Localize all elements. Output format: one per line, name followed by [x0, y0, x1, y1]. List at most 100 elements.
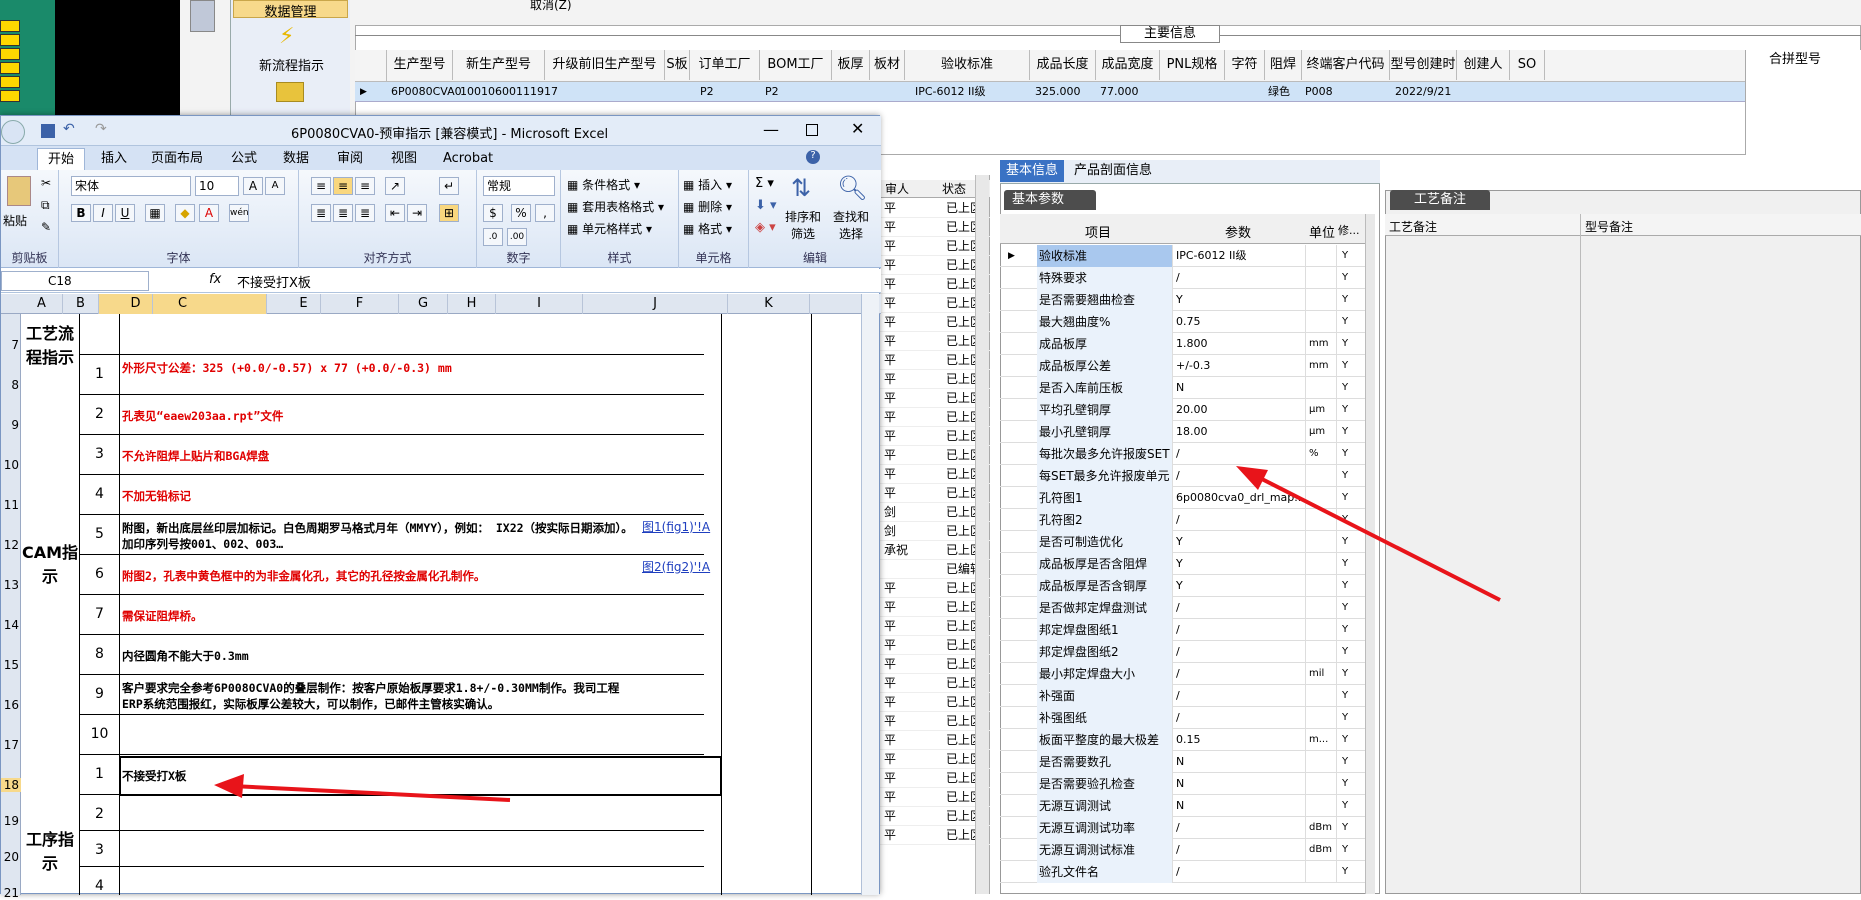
- data-mgmt-button[interactable]: 数据管理: [233, 0, 348, 20]
- prop-row[interactable]: 最小孔壁铜厚 18.00 μm Y: [1000, 421, 1370, 443]
- clear-icon[interactable]: ◈ ▾: [755, 220, 776, 235]
- approval-list-row[interactable]: 平已上区: [880, 769, 990, 788]
- tab-basic-params[interactable]: 基本参数: [1004, 190, 1096, 210]
- prop-value[interactable]: /: [1174, 597, 1306, 619]
- grid-header-cell[interactable]: 订单工厂: [690, 50, 760, 80]
- format-cells-button[interactable]: ▦ 格式 ▾: [683, 220, 732, 237]
- prop-row[interactable]: 孔符图1 6p0080cva0_drl_map... Y: [1000, 487, 1370, 509]
- grid-header-cell[interactable]: 板材: [870, 50, 905, 80]
- approval-list-row[interactable]: 平已上区: [880, 256, 990, 275]
- step-number[interactable]: 3: [81, 446, 118, 462]
- approval-list-row[interactable]: 平已上区: [880, 598, 990, 617]
- column-header[interactable]: G: [399, 294, 448, 314]
- approval-list-row[interactable]: 平已上区: [880, 332, 990, 351]
- instruction-cell[interactable]: 需保证阻焊桥。: [120, 604, 640, 628]
- grid-header-cell[interactable]: S板: [665, 50, 690, 80]
- prop-row[interactable]: 补强图纸 / Y: [1000, 707, 1370, 729]
- prop-value[interactable]: 20.00: [1174, 399, 1306, 421]
- column-header[interactable]: B: [63, 294, 99, 314]
- prop-value[interactable]: /: [1174, 443, 1306, 465]
- row-header[interactable]: 7: [1, 338, 21, 352]
- prop-row[interactable]: 最大翘曲度% 0.75 Y: [1000, 311, 1370, 333]
- prop-value[interactable]: /: [1174, 641, 1306, 663]
- step-number[interactable]: 4: [81, 878, 118, 894]
- approval-list-row[interactable]: 平已上区: [880, 370, 990, 389]
- prop-row[interactable]: 邦定焊盘图纸2/ Y: [1000, 641, 1370, 663]
- comma-icon[interactable]: ,: [535, 204, 555, 222]
- step-number[interactable]: 1: [81, 766, 118, 782]
- prop-row[interactable]: 是否需要验孔检查 N Y: [1000, 773, 1370, 795]
- approval-list-row[interactable]: 平已上区: [880, 712, 990, 731]
- prop-row[interactable]: 无源互调测试 N Y: [1000, 795, 1370, 817]
- row-header[interactable]: 14: [1, 618, 21, 632]
- percent-icon[interactable]: %: [511, 204, 531, 222]
- shrink-font-icon[interactable]: A: [265, 177, 285, 195]
- row-header[interactable]: 21: [1, 886, 21, 900]
- prop-value[interactable]: N: [1174, 751, 1306, 773]
- prop-row[interactable]: 补强面 / Y: [1000, 685, 1370, 707]
- fill-color-icon[interactable]: ◆: [175, 204, 195, 222]
- prop-row[interactable]: 特殊要求 / Y: [1000, 267, 1370, 289]
- undo-icon[interactable]: ↶: [63, 121, 75, 137]
- align-middle-icon[interactable]: ≡: [333, 177, 353, 195]
- approval-list-row[interactable]: 平已上区: [880, 427, 990, 446]
- font-color-icon[interactable]: A: [199, 204, 219, 222]
- cell-prod[interactable]: 6P0080CVA0: [391, 82, 462, 102]
- grid-header-cell[interactable]: 型号创建时间: [1390, 50, 1457, 102]
- step-number[interactable]: 7: [81, 606, 118, 622]
- prop-value[interactable]: /: [1174, 465, 1306, 487]
- grid-header-cell[interactable]: 成品宽度: [1096, 50, 1160, 80]
- cell-client[interactable]: P008: [1305, 82, 1333, 102]
- approval-list-row[interactable]: 平已上区: [880, 750, 990, 769]
- prop-row[interactable]: 验孔文件名 / Y: [1000, 861, 1370, 883]
- folder-icon[interactable]: [276, 82, 304, 102]
- grid-header-cell[interactable]: PNL规格: [1160, 50, 1225, 80]
- save-icon[interactable]: [41, 124, 55, 138]
- approval-list-row[interactable]: 平已上区: [880, 731, 990, 750]
- cell-width[interactable]: 77.000: [1100, 82, 1139, 102]
- merge-center-icon[interactable]: ⊞: [439, 204, 459, 222]
- prop-row[interactable]: 平均孔壁铜厚 20.00 μm Y: [1000, 399, 1370, 421]
- increase-decimal-icon[interactable]: .0: [483, 228, 503, 246]
- prop-row[interactable]: 成品板厚是否含阻焊 Y Y: [1000, 553, 1370, 575]
- row-header[interactable]: 20: [1, 850, 21, 864]
- cell-standard[interactable]: IPC-6012 II级: [915, 82, 986, 102]
- grid-header-cell[interactable]: BOM工厂: [760, 50, 832, 80]
- step-number[interactable]: 9: [81, 686, 118, 702]
- instruction-cell[interactable]: 客户要求完全参考6P0080CVA0的叠层制作：按客户原始板厚要求1.8+/-0…: [120, 676, 640, 716]
- find-select-icon[interactable]: 🔍︎: [837, 174, 867, 202]
- cell-length[interactable]: 325.000: [1035, 82, 1081, 102]
- new-flow-label[interactable]: 新流程指示: [259, 55, 324, 74]
- approval-list-row[interactable]: 剑已上区: [880, 503, 990, 522]
- prop-value[interactable]: /: [1174, 663, 1306, 685]
- prop-row[interactable]: 最小邦定焊盘大小 / mil Y: [1000, 663, 1370, 685]
- row-header[interactable]: 11: [1, 498, 21, 512]
- column-header[interactable]: D: [119, 294, 153, 314]
- formula-input[interactable]: 不接受打X板: [237, 272, 311, 291]
- prop-row[interactable]: 是否做邦定焊盘测试 / Y: [1000, 597, 1370, 619]
- prop-row[interactable]: 无源互调测试标准 / dBm Y: [1000, 839, 1370, 861]
- column-header[interactable]: I: [496, 294, 583, 314]
- approval-list-row[interactable]: 平已上区: [880, 655, 990, 674]
- align-right-icon[interactable]: ≣: [355, 204, 375, 222]
- row-header[interactable]: 13: [1, 578, 21, 592]
- row-header[interactable]: 8: [1, 378, 21, 392]
- tab-page-layout[interactable]: 页面布局: [141, 148, 213, 170]
- prop-row[interactable]: 成品板厚 1.800 mm Y: [1000, 333, 1370, 355]
- prop-value[interactable]: IPC-6012 II级: [1174, 245, 1306, 267]
- approval-list-row[interactable]: 平已上区: [880, 446, 990, 465]
- increase-indent-icon[interactable]: ⇥: [407, 204, 427, 222]
- approval-list-row[interactable]: 平已上区: [880, 275, 990, 294]
- approval-list-row[interactable]: 平已上区: [880, 218, 990, 237]
- cell-newprod[interactable]: 10010600111917: [460, 82, 558, 102]
- truck-icon[interactable]: [190, 0, 215, 32]
- step-number[interactable]: 4: [81, 486, 118, 502]
- row-header[interactable]: 15: [1, 658, 21, 672]
- prop-row[interactable]: 每SET最多允许报废单元 / Y: [1000, 465, 1370, 487]
- approval-list-row[interactable]: 平已上区: [880, 484, 990, 503]
- grid-header-cell[interactable]: 创建人: [1457, 50, 1510, 80]
- prop-row[interactable]: 板面平整度的最大极差 0.15 m... Y: [1000, 729, 1370, 751]
- tab-insert[interactable]: 插入: [91, 148, 137, 170]
- grid-header-cell[interactable]: 验收标准: [905, 50, 1030, 80]
- format-painter-icon[interactable]: ✎: [41, 220, 51, 234]
